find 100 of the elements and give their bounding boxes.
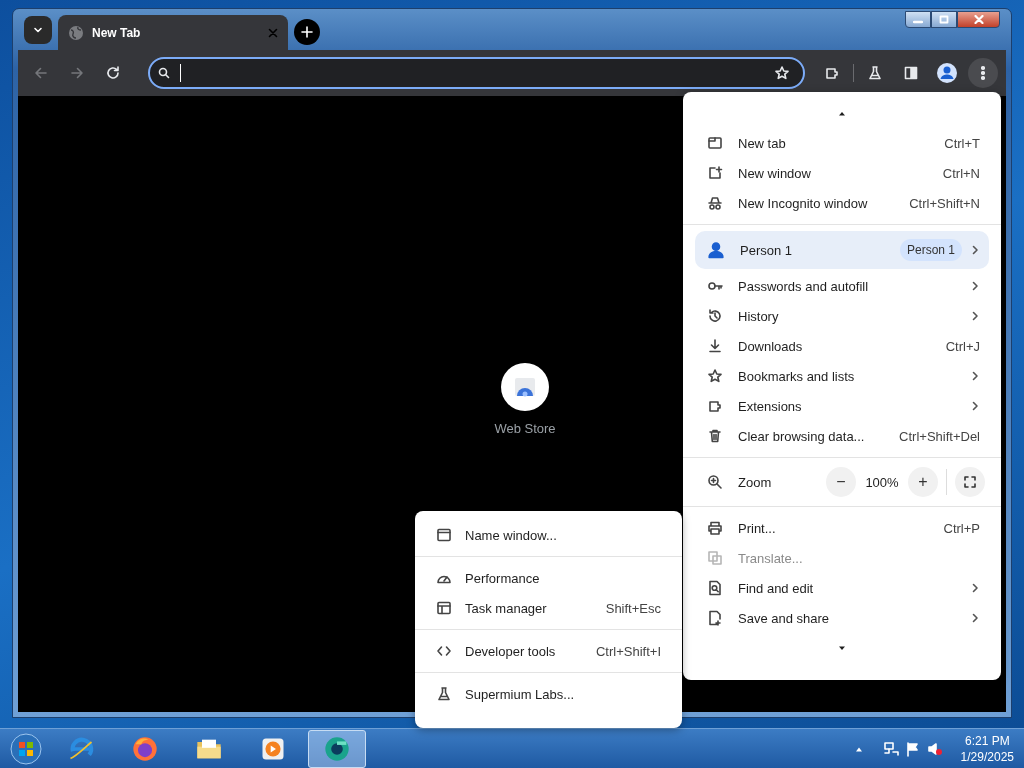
chevron-right-icon xyxy=(970,281,980,291)
scroll-up-icon xyxy=(838,110,846,116)
menu-item[interactable]: Name window... xyxy=(415,520,682,550)
menu-item-label: Passwords and autofill xyxy=(738,278,870,294)
menu-item-label: Developer tools xyxy=(465,643,557,659)
chevron-right-icon xyxy=(970,371,980,381)
menu-item[interactable]: Save and share xyxy=(683,603,1001,633)
new-tab-button[interactable] xyxy=(294,19,320,45)
menu-item[interactable]: History xyxy=(683,301,1001,331)
shortcut-tile[interactable] xyxy=(501,362,549,411)
profile-item[interactable]: Person 1 Person 1 xyxy=(695,231,989,269)
zoom-out-button[interactable]: − xyxy=(826,467,856,497)
zoom-in-button[interactable]: + xyxy=(908,467,938,497)
menu-item-label: Find and edit xyxy=(738,580,815,596)
puzzle-icon xyxy=(824,65,840,81)
forward-arrow-icon xyxy=(69,65,85,81)
close-icon xyxy=(973,15,984,24)
minimize-button[interactable] xyxy=(905,11,931,28)
menu-item[interactable]: Passwords and autofill xyxy=(683,271,1001,301)
shortcut-label: Ctrl+N xyxy=(942,165,980,181)
new-tab-icon xyxy=(707,135,723,151)
fullscreen-button[interactable] xyxy=(955,467,985,497)
menu-item-label: New Incognito window xyxy=(738,195,869,211)
maximize-icon xyxy=(939,15,949,24)
menu-item-label: Downloads xyxy=(738,338,804,354)
browser-app-icon xyxy=(323,734,351,763)
shortcut-label: Ctrl+Shift+N xyxy=(909,195,980,211)
shortcut-label: Ctrl+J xyxy=(945,338,980,354)
menu-item[interactable]: Developer tools Ctrl+Shift+I xyxy=(415,636,682,666)
maximize-button[interactable] xyxy=(931,11,957,28)
start-orb-icon xyxy=(10,732,42,765)
flask-icon xyxy=(436,686,452,702)
menu-icon xyxy=(981,65,985,81)
reload-icon xyxy=(105,65,121,81)
person-icon xyxy=(707,241,725,259)
menu-item-label: Extensions xyxy=(738,398,803,414)
menu-item[interactable]: Performance xyxy=(415,563,682,593)
menu-item[interactable]: Task manager Shift+Esc xyxy=(415,593,682,623)
menu-item-label: Save and share xyxy=(738,610,831,626)
menu-button[interactable] xyxy=(968,58,998,88)
profile-badge: Person 1 xyxy=(899,239,962,261)
zoom-icon xyxy=(707,474,723,490)
menu-item-label: Translate... xyxy=(738,550,804,566)
menu-item-label: Performance xyxy=(465,570,541,586)
chevron-right-icon xyxy=(970,401,980,411)
back-arrow-icon xyxy=(33,65,49,81)
shortcut-label: Web Store xyxy=(494,420,556,436)
menu-item-label: Print... xyxy=(738,520,777,536)
star-icon xyxy=(707,368,723,384)
history-icon xyxy=(707,308,723,324)
tab-title: New Tab xyxy=(92,25,142,40)
chevron-right-icon xyxy=(970,311,980,321)
search-icon xyxy=(158,67,170,79)
menu-item[interactable]: Extensions xyxy=(683,391,1001,421)
globe-icon xyxy=(68,24,84,41)
menu-item-label: History xyxy=(738,308,780,324)
incognito-icon xyxy=(707,195,723,211)
puzzle-icon xyxy=(707,398,723,414)
menu-item[interactable]: Supermium Labs... xyxy=(415,679,682,709)
web-store-icon xyxy=(514,376,536,397)
side-panel-icon xyxy=(903,65,919,81)
menu-item[interactable]: New tab Ctrl+T xyxy=(683,128,1001,158)
save-icon xyxy=(707,610,723,626)
scroll-down-icon xyxy=(838,645,846,651)
zoom-label: Zoom xyxy=(738,474,773,490)
menu-item[interactable]: Find and edit xyxy=(683,573,1001,603)
address-bar[interactable] xyxy=(148,57,805,89)
clock-date: 1/29/2025 xyxy=(960,748,1014,765)
menu-item[interactable]: Clear browsing data... Ctrl+Shift+Del xyxy=(683,421,1001,451)
find-icon xyxy=(707,580,723,596)
menu-item-label: Clear browsing data... xyxy=(738,428,866,444)
fullscreen-icon xyxy=(963,475,977,489)
browser-tab[interactable]: New Tab xyxy=(58,15,288,50)
plus-icon xyxy=(301,26,313,38)
menu-item[interactable]: New window Ctrl+N xyxy=(683,158,1001,188)
chevron-right-icon xyxy=(970,613,980,623)
close-button[interactable] xyxy=(957,11,1000,28)
tab-search-button[interactable] xyxy=(24,16,52,44)
shortcut-label: Ctrl+T xyxy=(944,135,980,151)
menu-item-label: Task manager xyxy=(465,600,548,616)
task-manager-icon xyxy=(436,600,452,616)
menu-item[interactable]: Bookmarks and lists xyxy=(683,361,1001,391)
taskbar-app[interactable] xyxy=(308,729,366,768)
shortcut-label: Ctrl+Shift+I xyxy=(595,643,661,659)
flask-icon xyxy=(867,65,883,81)
zoom-value: 100% xyxy=(864,474,900,490)
new-window-icon xyxy=(707,165,723,181)
shortcut-label: Ctrl+P xyxy=(943,520,980,536)
printer-icon xyxy=(707,520,723,536)
code-icon xyxy=(436,643,452,659)
menu-item-label: New window xyxy=(738,165,812,181)
menu-item[interactable]: Print... Ctrl+P xyxy=(683,513,1001,543)
profile-name: Person 1 xyxy=(740,242,794,258)
download-icon xyxy=(707,338,723,354)
menu-item-label: Bookmarks and lists xyxy=(738,368,856,384)
translate-icon xyxy=(707,550,723,566)
chevron-right-icon xyxy=(970,583,980,593)
menu-item-label: Supermium Labs... xyxy=(465,686,576,702)
menu-item[interactable]: New Incognito window Ctrl+Shift+N xyxy=(683,188,1001,218)
menu-item[interactable]: Downloads Ctrl+J xyxy=(683,331,1001,361)
